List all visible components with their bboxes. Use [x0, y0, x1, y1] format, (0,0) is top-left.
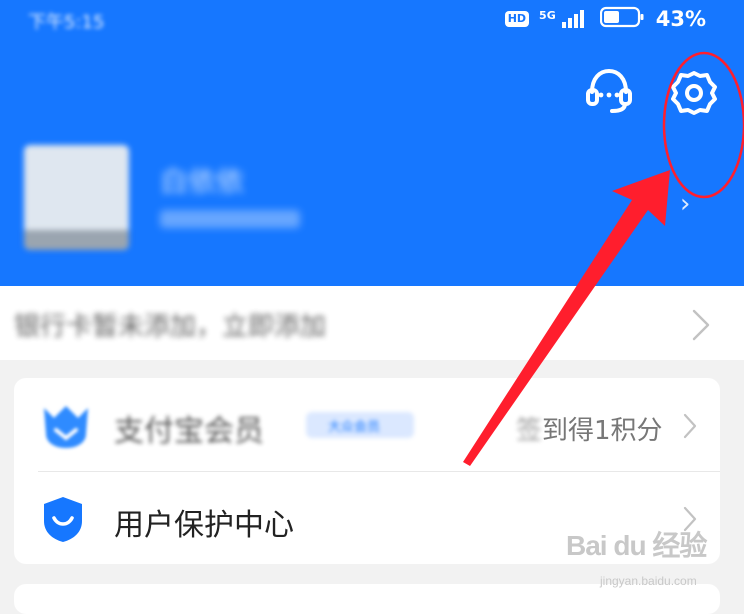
baidu-watermark: Bai du 经验 — [566, 530, 707, 561]
annotation-circle — [662, 51, 744, 199]
annotation-overlay — [463, 51, 744, 466]
baidu-watermark-url: jingyan.baidu.com — [600, 574, 697, 588]
annotation-arrow — [463, 170, 670, 466]
